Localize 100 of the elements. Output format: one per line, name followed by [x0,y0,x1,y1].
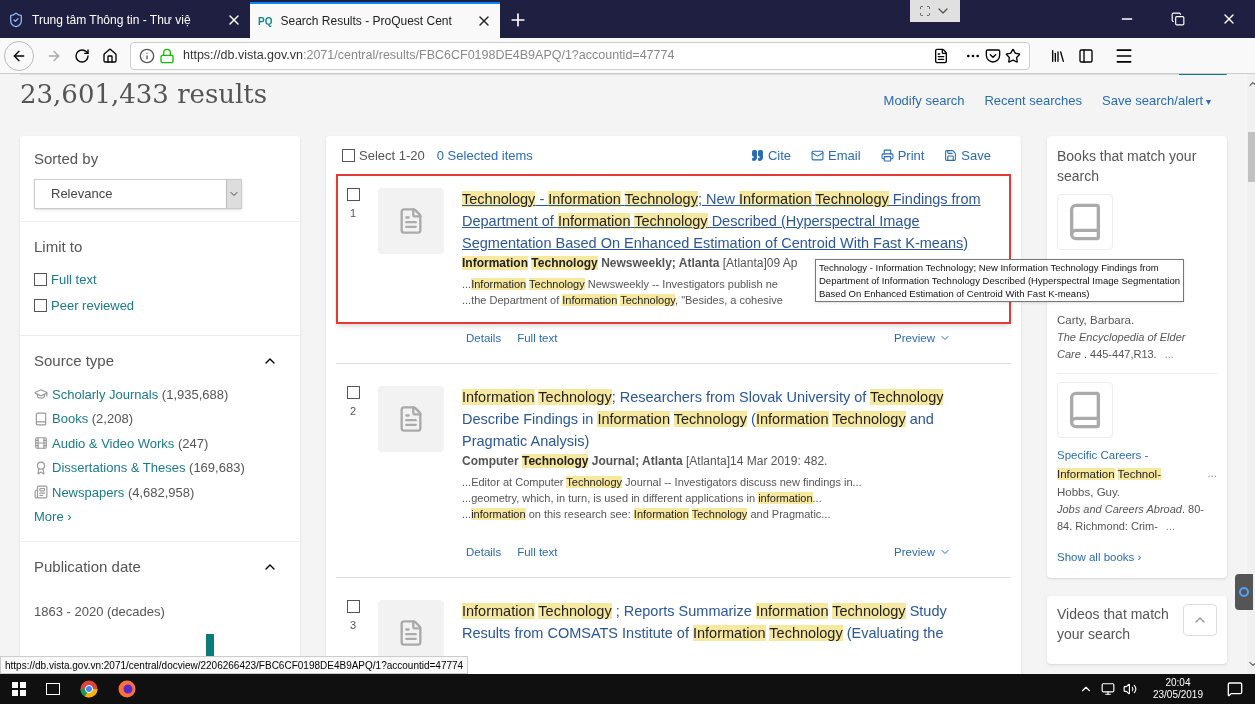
filter-link[interactable]: Dissertations & Theses (169,683) [52,458,245,478]
shield-icon [8,12,24,28]
url-text: https://db.vista.gov.vn:2071/central/results/FBC6CF0198DE4B9APQ/1?accountid=47774 [183,47,675,65]
pocket-icon[interactable] [985,47,1001,64]
clock-time: 20:04 [1165,677,1191,689]
date-range: 1863 - 2020 (decades) [34,603,166,621]
filter-link[interactable]: Books (2,208) [52,409,133,429]
snippet-text: ...Editor at Computer Technology Journal -- Investigators discuss new findings in... [462,474,863,490]
mortarboard-icon [34,387,48,402]
network-icon[interactable] [1100,682,1115,696]
reload-icon[interactable] [74,47,90,64]
envelope-icon [811,149,825,163]
checkbox[interactable] [346,385,360,399]
toolbar-action[interactable]: Email [811,146,861,166]
filter-link[interactable]: Newspapers (4,682,958) [52,482,195,502]
book-citation: The Encyclopedia of Elder Care . 445-447,R13. ... [1057,330,1187,362]
browser-ball-icon[interactable] [80,680,98,698]
lock-icon [159,47,175,64]
toolbar-action[interactable]: Print [880,146,925,166]
section-title: Sorted by [34,149,100,169]
checkbox[interactable] [34,273,47,287]
snippet-text: ...geometry, which, in turn, is used in different applications in information... [462,490,823,506]
preview-link[interactable]: Preview [894,329,951,347]
info-icon[interactable] [139,47,155,64]
newspaper-icon [34,485,48,500]
toolbar-action[interactable]: Cite [751,146,792,166]
task-view-icon[interactable] [46,683,60,695]
more-link[interactable]: More › [34,509,72,524]
header-link[interactable]: Recent searches [984,90,1083,110]
document-thumbnail [378,187,444,254]
sidebar-icon[interactable] [1078,47,1094,64]
header-link[interactable]: Save search/alert ▾ [1102,90,1211,110]
tab-title: Search Results - ProQuest Cent [280,13,453,30]
reader-view-icon[interactable] [933,47,949,64]
source-line: Computer Technology Journal; Atlanta [Atlanta]14 Mar 2019: 482. [462,452,829,470]
clock-date: 23/05/2019 [1152,689,1203,701]
volume-icon[interactable] [1122,682,1137,696]
book-title-link[interactable]: Specific Careers - Information Technol- [1057,446,1200,484]
preview-link[interactable]: Preview [894,543,951,561]
filter-link[interactable]: Scholarly Journals (1,935,688) [52,384,229,404]
result-link[interactable]: Details [466,329,502,347]
panel-title: Books that match your search [1057,147,1198,186]
document-thumbnail [378,385,444,452]
result-link[interactable]: Full text [517,329,558,347]
filter-link[interactable]: Peer reviewed [51,295,135,315]
status-url: https://db.vista.gov.vn:2071/central/docview/2206266423/FBC6CF0198DE4B9APQ/1?accountid=47774 [0,656,469,674]
browser-tab[interactable]: Trung tâm Thông tin - Thư việ [0,2,250,38]
ellipsis: ... [1207,466,1217,481]
fullscreen-icon[interactable] [919,5,931,17]
result-title-link[interactable]: Information Technology ; Reports Summarize Information Technology Study Results from COMSATS Institute of Information Technology (Evaluating the [462,600,982,644]
sort-select[interactable]: Relevance [34,178,242,209]
result-number: 1 [349,205,357,221]
filter-link[interactable]: Full text [51,270,97,290]
ribbon-icon [34,460,48,475]
snippet-text: ...information on this research see: Information Technology and Pragmatic... [462,506,832,522]
fox-browser-icon[interactable] [118,680,136,698]
restore-icon[interactable] [1171,12,1185,26]
result-link[interactable]: Details [466,543,502,561]
checkbox[interactable] [34,298,47,312]
address-bar[interactable]: https://db.vista.gov.vn:2071/central/results/FBC6CF0198DE4B9APQ/1?accountid=47774 [130,41,1030,70]
printer-icon [880,149,894,163]
quote-icon [751,149,764,163]
book-thumbnail [1057,382,1113,438]
result-title-link[interactable]: Technology - Information Technology; New Information Technology Findings from Department of Information Technology Described (Hyperspectral Image Segmentation Based On Enhanced Estimation of Centroid With Fast K-means) [462,187,982,254]
select-label: Select 1-20 [359,147,425,165]
show-all-link[interactable]: Show all books › [1057,549,1217,567]
site-icon: PQ [258,13,273,29]
section-title: Publication date [34,556,141,577]
star-icon[interactable] [1005,47,1021,64]
filter-link[interactable]: Audio & Video Works (247) [52,433,209,453]
book-thumbnail [1057,194,1113,250]
toolbar-action[interactable]: Save [944,146,991,166]
result-link[interactable]: Full text [517,543,558,561]
side-tab-icon[interactable] [1235,574,1253,610]
panel-title: Videos that match your search [1057,605,1170,645]
scroll-thumb[interactable] [1248,132,1255,182]
results-count: 23,601,433 results [20,78,268,111]
checkbox[interactable] [342,149,355,163]
checkbox[interactable] [346,187,360,201]
library-icon[interactable] [1050,47,1066,64]
windows-logo-icon[interactable] [12,682,26,696]
browser-tab[interactable]: PQ Search Results - ProQuest Cent [250,2,500,38]
book-icon [34,411,48,426]
notifications-icon[interactable] [1227,681,1243,697]
book-author: Hobbs, Guy. [1057,485,1122,500]
tooltip: Technology - Information Technology; New Information Technology Findings from Department of Information Technology Described (Hyperspectral Image Segmentation Based On Enhanced Estimation of Centroid With Fast K-means) [815,259,1184,302]
header-link[interactable]: Modify search [883,90,965,110]
selected-items-link[interactable]: 0 Selected items [436,146,533,166]
home-icon[interactable] [102,47,118,64]
section-title: Source type [34,351,115,371]
snip-toolbar[interactable] [910,0,960,22]
film-icon [34,436,48,451]
section-title: Limit to [34,236,84,257]
result-number: 3 [349,618,357,633]
book-author: Carty, Barbara. [1057,313,1136,328]
checkbox[interactable] [346,600,360,613]
result-number: 2 [349,403,357,419]
tab-title: Trung tâm Thông tin - Thư việ [32,12,192,29]
book-citation: Jobs and Careers Abroad. 80-84. Richmond: Crim- ... [1057,502,1205,534]
result-title-link[interactable]: Information Technology; Researchers from Slovak University of Technology Describe Findings in Information Technology (Information Technology and Pragmatic Analysis) [462,385,982,452]
